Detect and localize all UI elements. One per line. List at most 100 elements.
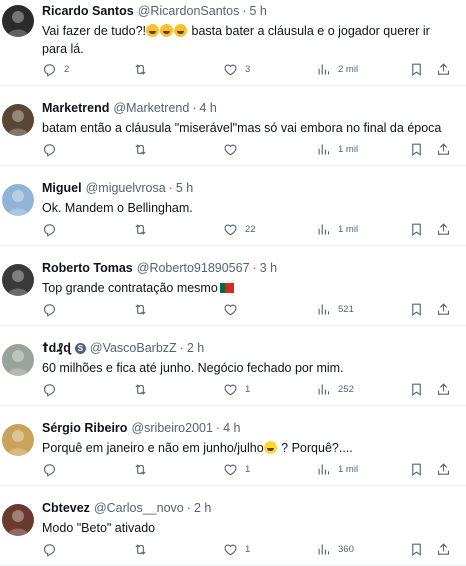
reply-icon (43, 543, 56, 557)
bookmark-button[interactable] (409, 61, 424, 77)
repost-button[interactable] (133, 461, 155, 477)
author-handle[interactable]: @Marketrend (113, 100, 189, 116)
views-button[interactable]: 521 (316, 301, 354, 317)
views-button[interactable]: 360 (316, 541, 354, 557)
author-name[interactable]: Miguel (42, 180, 82, 196)
author-handle[interactable]: @miguelvrosa (86, 180, 166, 196)
avatar[interactable] (2, 504, 34, 536)
views-button[interactable]: 1 mil (316, 461, 358, 477)
like-button[interactable]: 1 (223, 541, 250, 557)
avatar[interactable] (2, 104, 34, 136)
post-text: Porquê em janeiro e não em junho/julho ?… (42, 439, 458, 457)
post-time[interactable]: 4 h (199, 100, 216, 116)
like-button[interactable]: 22 (223, 221, 256, 237)
author-handle[interactable]: @Roberto91890567 (137, 260, 250, 276)
repost-button[interactable] (133, 381, 155, 397)
views-count: 1 mil (338, 223, 359, 235)
views-button[interactable]: 2 mil (316, 61, 358, 77)
post-content: Roberto Tomas @Roberto91890567 · 3 h Top… (42, 260, 458, 297)
share-button[interactable] (436, 541, 451, 557)
views-count: 1 mil (338, 463, 359, 475)
bookmark-icon (412, 383, 421, 396)
reply-post[interactable]: Ricardo Santos @RicardonSantos · 5 h Vai… (0, 0, 466, 86)
reply-button[interactable]: 2 (42, 61, 69, 77)
repost-icon (135, 303, 146, 315)
post-text-content: batam então a cláusula "miserável"mas só… (42, 121, 442, 135)
author-name[interactable]: ꝉԁ₰ɖ (42, 340, 71, 356)
share-button[interactable] (436, 141, 451, 157)
post-header: Sérgio Ribeiro @sribeiro2001 · 4 h (42, 420, 458, 436)
reply-button[interactable] (42, 381, 64, 397)
views-button[interactable]: 252 (316, 381, 354, 397)
views-icon (318, 224, 330, 234)
author-name[interactable]: Marketrend (42, 100, 109, 116)
reply-post[interactable]: Miguel @miguelvrosa · 5 h Ok. Mandem o B… (0, 166, 466, 246)
rolling-laughing-face-icon (146, 24, 160, 37)
repost-button[interactable] (133, 221, 155, 237)
post-time[interactable]: 5 h (250, 3, 267, 19)
like-icon (224, 223, 237, 235)
action-bar: 22 1 mil (42, 221, 458, 237)
avatar[interactable] (2, 344, 34, 376)
avatar[interactable] (2, 184, 34, 216)
reply-button[interactable] (42, 461, 64, 477)
reply-post[interactable]: Sérgio Ribeiro @sribeiro2001 · 4 h Porqu… (0, 406, 466, 486)
share-button[interactable] (436, 381, 451, 397)
post-content: Marketrend @Marketrend · 4 h batam então… (42, 100, 458, 137)
reply-post[interactable]: Marketrend @Marketrend · 4 h batam então… (0, 86, 466, 166)
author-handle[interactable]: @RicardonSantos (138, 3, 240, 19)
reply-button[interactable] (42, 541, 64, 557)
repost-button[interactable] (133, 141, 155, 157)
like-button[interactable]: 1 (223, 461, 250, 477)
bookmark-icon (412, 223, 421, 236)
bookmark-button[interactable] (409, 461, 424, 477)
author-handle[interactable]: @VascoBarbzZ (90, 340, 177, 356)
repost-button[interactable] (133, 61, 155, 77)
reply-post[interactable]: ꝉԁ₰ɖ S @VascoBarbzZ · 2 h 60 milhões e f… (0, 326, 466, 406)
reply-button[interactable] (42, 141, 64, 157)
repost-icon (135, 543, 146, 555)
author-name[interactable]: Ricardo Santos (42, 3, 134, 19)
bookmark-button[interactable] (409, 541, 424, 557)
bookmark-button[interactable] (409, 221, 424, 237)
views-button[interactable]: 1 mil (316, 221, 358, 237)
post-time[interactable]: 4 h (223, 420, 240, 436)
bookmark-icon (412, 63, 421, 76)
share-button[interactable] (436, 301, 451, 317)
like-count: 1 (245, 463, 251, 475)
avatar[interactable] (2, 424, 34, 456)
bookmark-button[interactable] (409, 141, 424, 157)
like-button[interactable]: 1 (223, 381, 250, 397)
share-icon (437, 382, 450, 395)
post-content: Sérgio Ribeiro @sribeiro2001 · 4 h Porqu… (42, 420, 458, 457)
like-button[interactable] (223, 301, 245, 317)
repost-button[interactable] (133, 301, 155, 317)
reply-button[interactable] (42, 221, 64, 237)
repost-button[interactable] (133, 541, 155, 557)
like-button[interactable]: 3 (223, 61, 250, 77)
author-name[interactable]: Cbtevez (42, 500, 90, 516)
bookmark-button[interactable] (409, 381, 424, 397)
share-button[interactable] (436, 461, 451, 477)
reply-post[interactable]: Cbtevez @Carlos__novo · 2 h Modo "Beto" … (0, 486, 466, 566)
views-button[interactable]: 1 mil (316, 141, 358, 157)
separator-dot: · (215, 421, 221, 435)
reply-post[interactable]: Roberto Tomas @Roberto91890567 · 3 h Top… (0, 246, 466, 326)
reply-button[interactable] (42, 301, 64, 317)
author-handle[interactable]: @sribeiro2001 (131, 420, 212, 436)
share-button[interactable] (436, 61, 451, 77)
author-name[interactable]: Roberto Tomas (42, 260, 133, 276)
post-time[interactable]: 3 h (260, 260, 277, 276)
post-time[interactable]: 2 h (187, 340, 204, 356)
views-icon (318, 384, 330, 394)
author-handle[interactable]: @Carlos__novo (94, 500, 184, 516)
post-time[interactable]: 2 h (194, 500, 211, 516)
avatar[interactable] (2, 264, 34, 296)
avatar[interactable] (2, 5, 34, 37)
like-button[interactable] (223, 141, 245, 157)
post-time[interactable]: 5 h (176, 180, 193, 196)
author-name[interactable]: Sérgio Ribeiro (42, 420, 127, 436)
bookmark-button[interactable] (409, 301, 424, 317)
share-button[interactable] (436, 221, 451, 237)
post-text-content: Modo "Beto" ativado (42, 521, 156, 535)
